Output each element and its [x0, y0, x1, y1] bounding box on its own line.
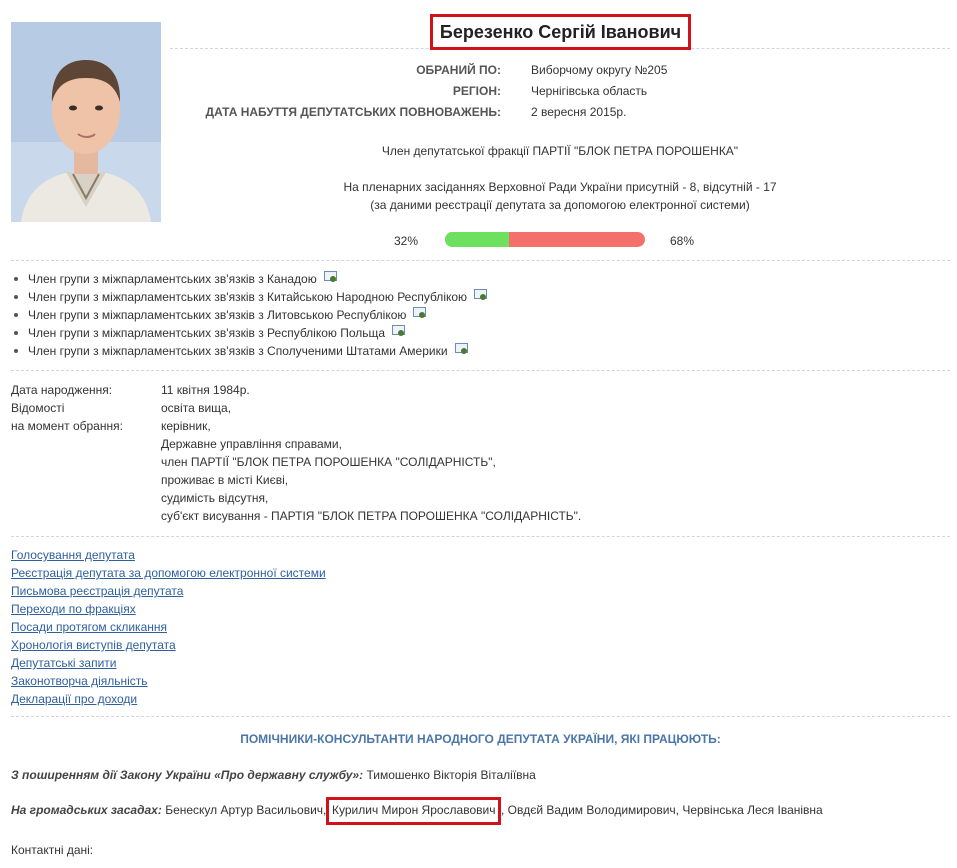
divider	[11, 370, 950, 371]
deputy-photo	[11, 22, 161, 222]
link-voting[interactable]: Голосування депутата	[11, 546, 326, 564]
group-list: Член групи з міжпарламентських зв'язків …	[11, 270, 488, 360]
link-electronic-registration[interactable]: Реєстрація депутата за допомогою електро…	[11, 564, 326, 582]
deputy-name: Березенко Сергій Іванович	[439, 21, 682, 42]
divider	[11, 536, 950, 537]
link-positions[interactable]: Посади протягом скликання	[11, 618, 326, 636]
contacts-label: Контактні дані:	[11, 843, 94, 857]
bio-values: 11 квітня 1984р. освіта вища, керівник, …	[161, 381, 581, 525]
bio-line: суб'єкт висування - ПАРТІЯ "БЛОК ПЕТРА П…	[161, 509, 582, 523]
civil-service-label: З поширенням дії Закону України «Про дер…	[11, 768, 364, 782]
bio-info-label: Відомості на момент обрання:	[11, 401, 123, 433]
civil-service-assistants: З поширенням дії Закону України «Про дер…	[11, 768, 536, 782]
present-percent: 32%	[394, 234, 419, 248]
birth-date-value: 11 квітня 1984р.	[161, 383, 250, 397]
document-icon[interactable]	[413, 307, 427, 318]
link-written-registration[interactable]: Письмова реєстрація депутата	[11, 582, 326, 600]
absent-percent: 68%	[670, 234, 695, 248]
group-label: Член групи з міжпарламентських зв'язків …	[28, 344, 448, 358]
region-label: РЕГІОН:	[452, 84, 501, 98]
civil-service-names: Тимошенко Вікторія Віталіївна	[366, 768, 536, 782]
document-icon[interactable]	[323, 271, 337, 282]
divider	[11, 260, 950, 261]
group-item: Член групи з міжпарламентських зв'язків …	[11, 342, 487, 360]
present-fill	[445, 232, 509, 247]
group-item: Член групи з міжпарламентських зв'язків …	[11, 270, 487, 288]
document-icon[interactable]	[454, 343, 468, 354]
attendance-summary: На пленарних засіданнях Верховної Ради У…	[343, 180, 777, 194]
volunteer-names-before: Бенескул Артур Васильович,	[165, 803, 327, 817]
mandate-date-value: 2 вересня 2015р.	[531, 105, 627, 119]
elected-by-label: ОБРАНИЙ ПО:	[416, 63, 501, 77]
group-item: Член групи з міжпарламентських зв'язків …	[11, 324, 487, 342]
attendance-note: (за даними реєстрації депутата за допомо…	[370, 198, 750, 212]
bio-line: Державне управління справами,	[161, 437, 342, 451]
group-label: Член групи з міжпарламентських зв'язків …	[28, 290, 468, 304]
attendance-bar	[445, 232, 645, 247]
divider	[11, 716, 950, 717]
deputy-links: Голосування депутата Реєстрація депутата…	[11, 546, 326, 708]
elected-by-value: Виборчому округу №205	[531, 63, 668, 77]
link-legislation[interactable]: Законотворча діяльність	[11, 672, 326, 690]
volunteer-label: На громадських засадах:	[11, 803, 162, 817]
deputy-name-highlight: Березенко Сергій Іванович	[430, 14, 691, 50]
group-label: Член групи з міжпарламентських зв'язків …	[28, 326, 386, 340]
volunteer-names-after: , Овдєй Вадим Володимирович, Червінська …	[501, 803, 823, 817]
link-income-declarations[interactable]: Декларації про доходи	[11, 690, 326, 708]
link-speeches[interactable]: Хронологія виступів депутата	[11, 636, 326, 654]
bio-line: керівник,	[161, 419, 211, 433]
bio-line: судимість відсутня,	[161, 491, 269, 505]
region-value: Чернігівська область	[531, 84, 648, 98]
bio-line: проживає в місті Києві,	[161, 473, 289, 487]
document-icon[interactable]	[392, 325, 406, 336]
group-item: Член групи з міжпарламентських зв'язків …	[11, 288, 488, 306]
bio-line: освіта вища,	[161, 401, 232, 415]
link-faction-transfers[interactable]: Переходи по фракціях	[11, 600, 326, 618]
link-inquiries[interactable]: Депутатські запити	[11, 654, 326, 672]
highlighted-assistant-name: Курилич Мирон Ярославович	[332, 803, 496, 817]
mandate-date-label: ДАТА НАБУТТЯ ДЕПУТАТСЬКИХ ПОВНОВАЖЕНЬ:	[205, 105, 501, 119]
volunteer-assistants: На громадських засадах: Бенескул Артур В…	[11, 803, 326, 817]
group-label: Член групи з міжпарламентських зв'язків …	[28, 308, 407, 322]
group-label: Член групи з міжпарламентських зв'язків …	[28, 272, 317, 286]
document-icon[interactable]	[474, 289, 488, 300]
faction-membership: Член депутатської фракції ПАРТІЇ "БЛОК П…	[381, 144, 739, 158]
assistants-heading: ПОМІЧНИКИ-КОНСУЛЬТАНТИ НАРОДНОГО ДЕПУТАТ…	[240, 732, 721, 746]
group-item: Член групи з міжпарламентських зв'язків …	[11, 306, 487, 324]
bio-line: член ПАРТІЇ "БЛОК ПЕТРА ПОРОШЕНКА "СОЛІД…	[161, 455, 496, 469]
birth-date-label: Дата народження:	[11, 383, 113, 397]
